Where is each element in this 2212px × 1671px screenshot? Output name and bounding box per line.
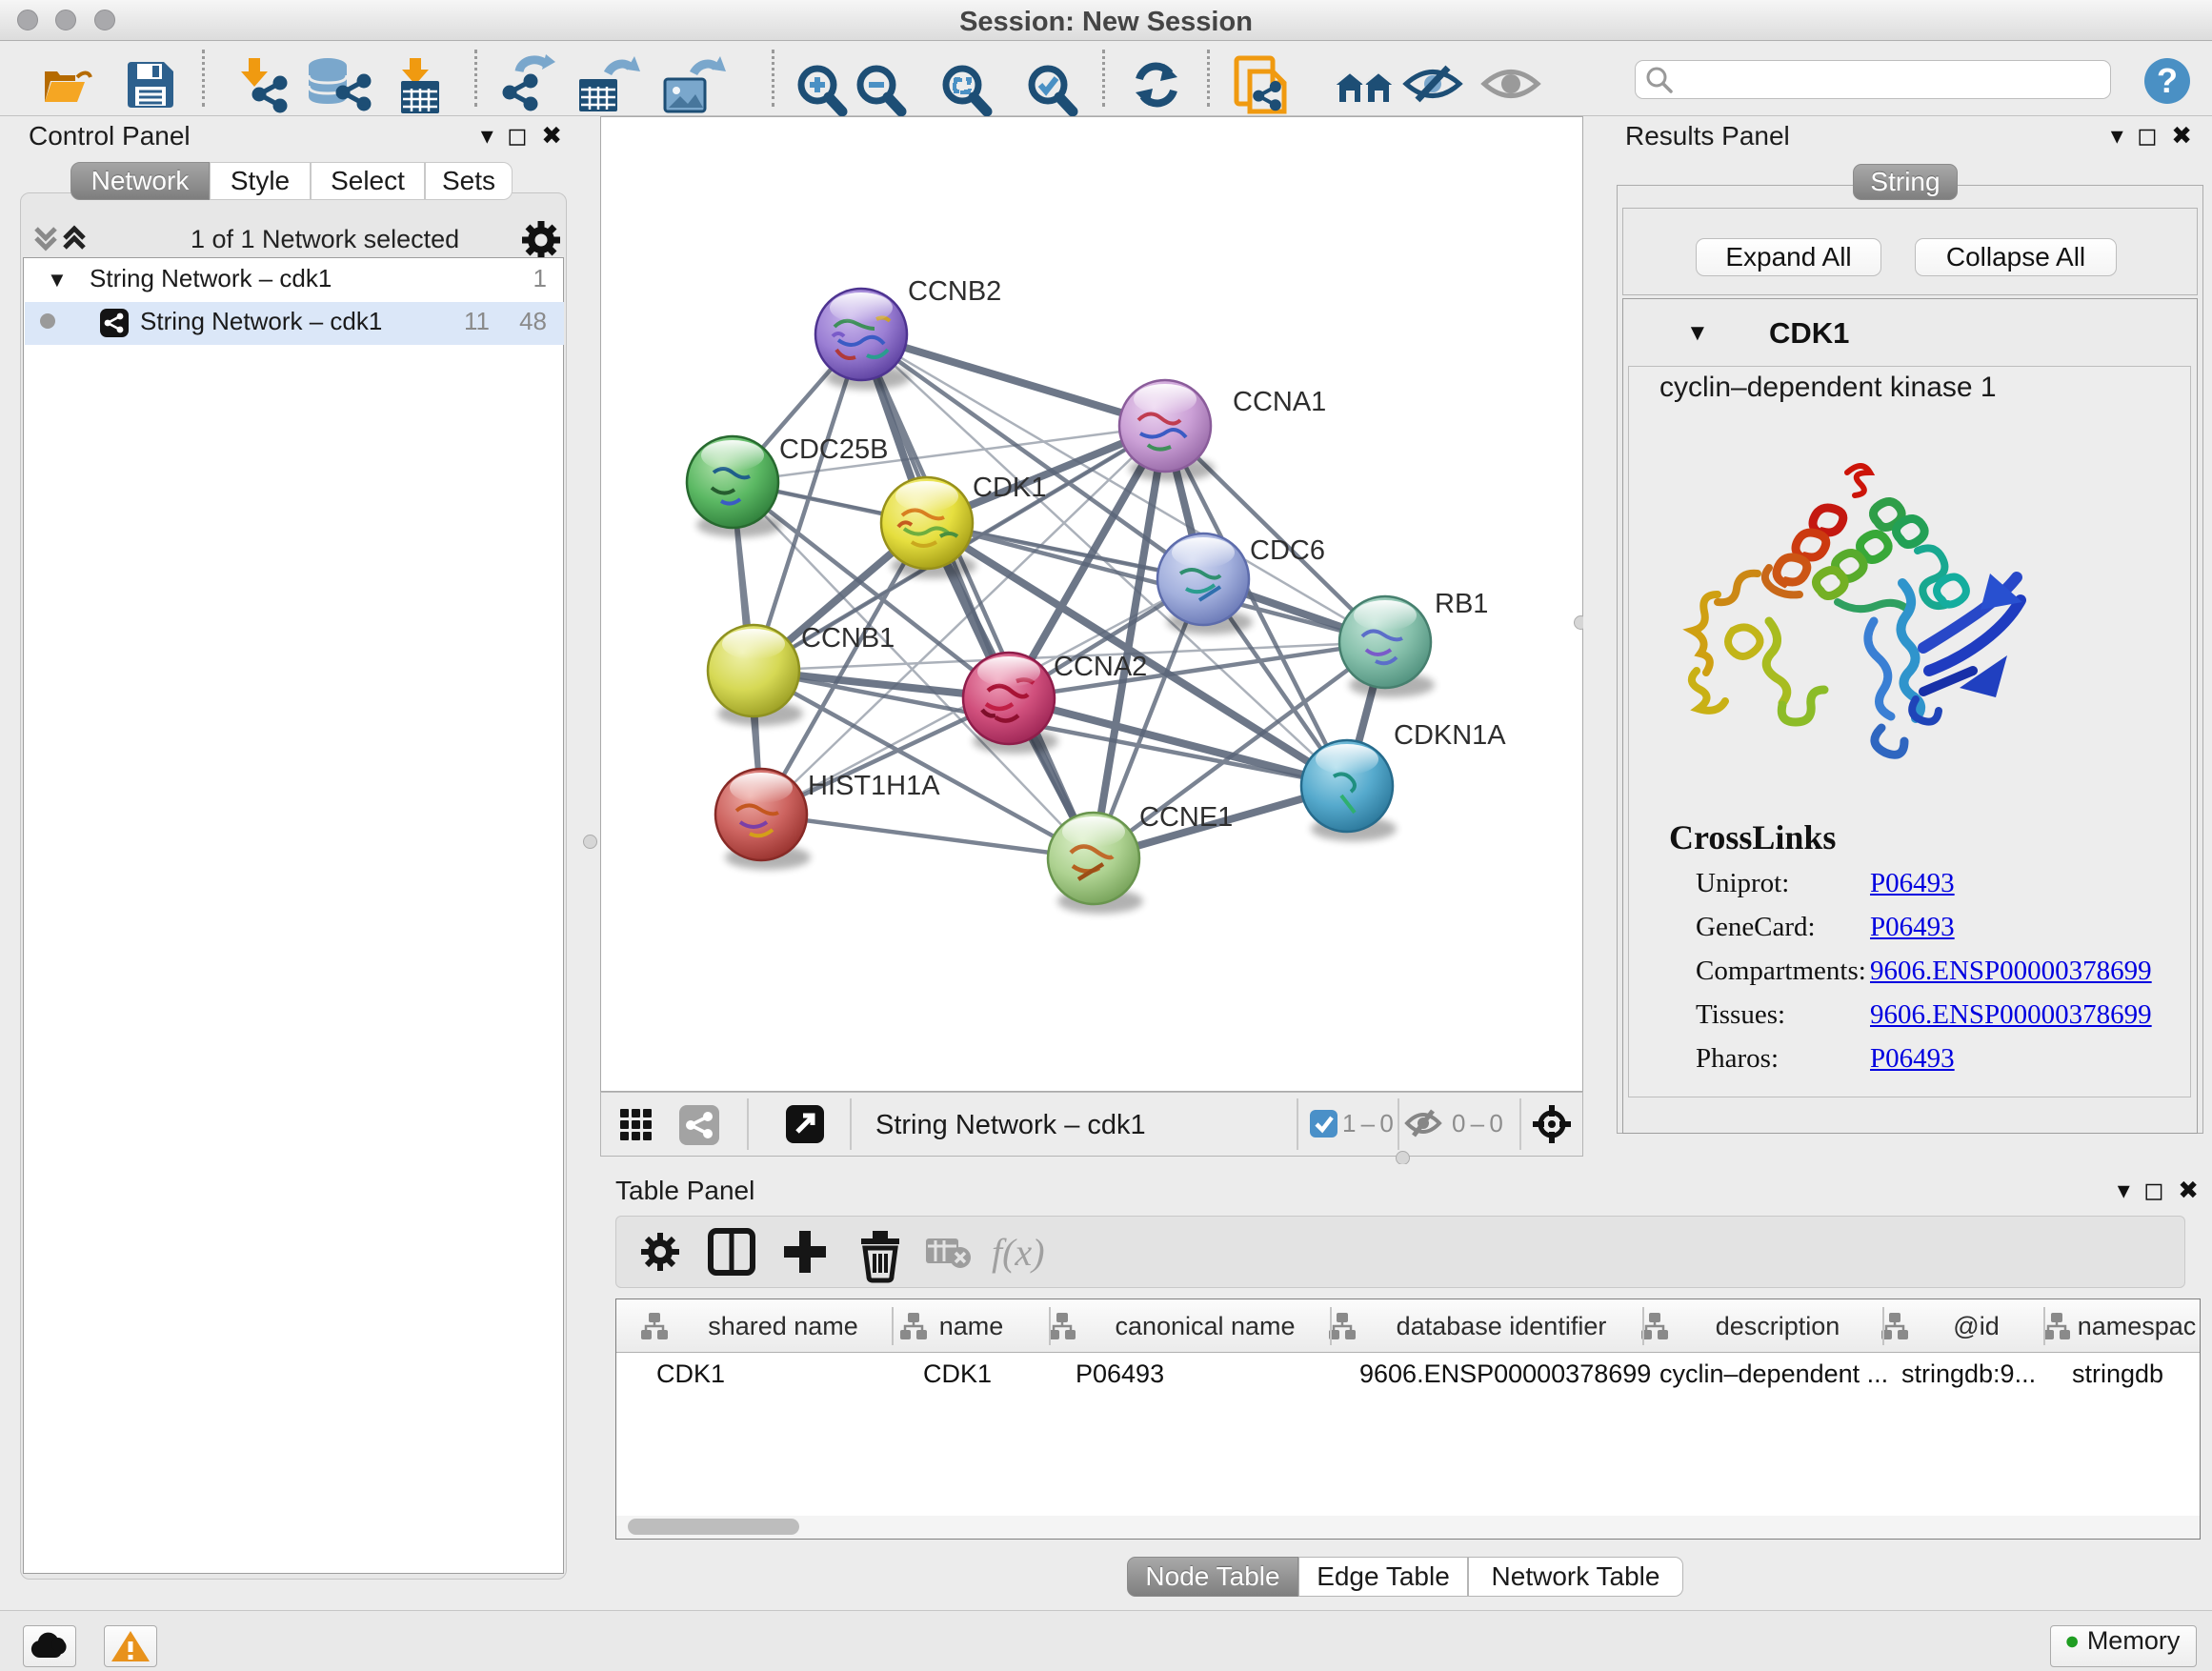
svg-text:1 – 0: 1 – 0 — [1342, 1109, 1394, 1137]
svg-text:RB1: RB1 — [1435, 589, 1488, 619]
svg-text:CCNB2: CCNB2 — [908, 276, 1001, 307]
svg-text:CDC25B: CDC25B — [779, 434, 888, 465]
svg-text:String Network – cdk1: String Network – cdk1 — [875, 1110, 1146, 1140]
svg-text:CDC6: CDC6 — [1250, 535, 1325, 566]
svg-text:CCNB1: CCNB1 — [801, 623, 895, 654]
svg-text:?: ? — [2157, 61, 2178, 100]
svg-text:CCNA2: CCNA2 — [1054, 652, 1147, 682]
svg-text:CDKN1A: CDKN1A — [1394, 720, 1506, 751]
svg-text:HIST1H1A: HIST1H1A — [808, 771, 940, 801]
svg-text:CDK1: CDK1 — [973, 473, 1046, 503]
svg-text:CCNE1: CCNE1 — [1139, 802, 1233, 833]
svg-text:0 – 0: 0 – 0 — [1452, 1109, 1503, 1137]
svg-text:f(x): f(x) — [992, 1231, 1045, 1274]
svg-text:CCNA1: CCNA1 — [1233, 387, 1326, 417]
